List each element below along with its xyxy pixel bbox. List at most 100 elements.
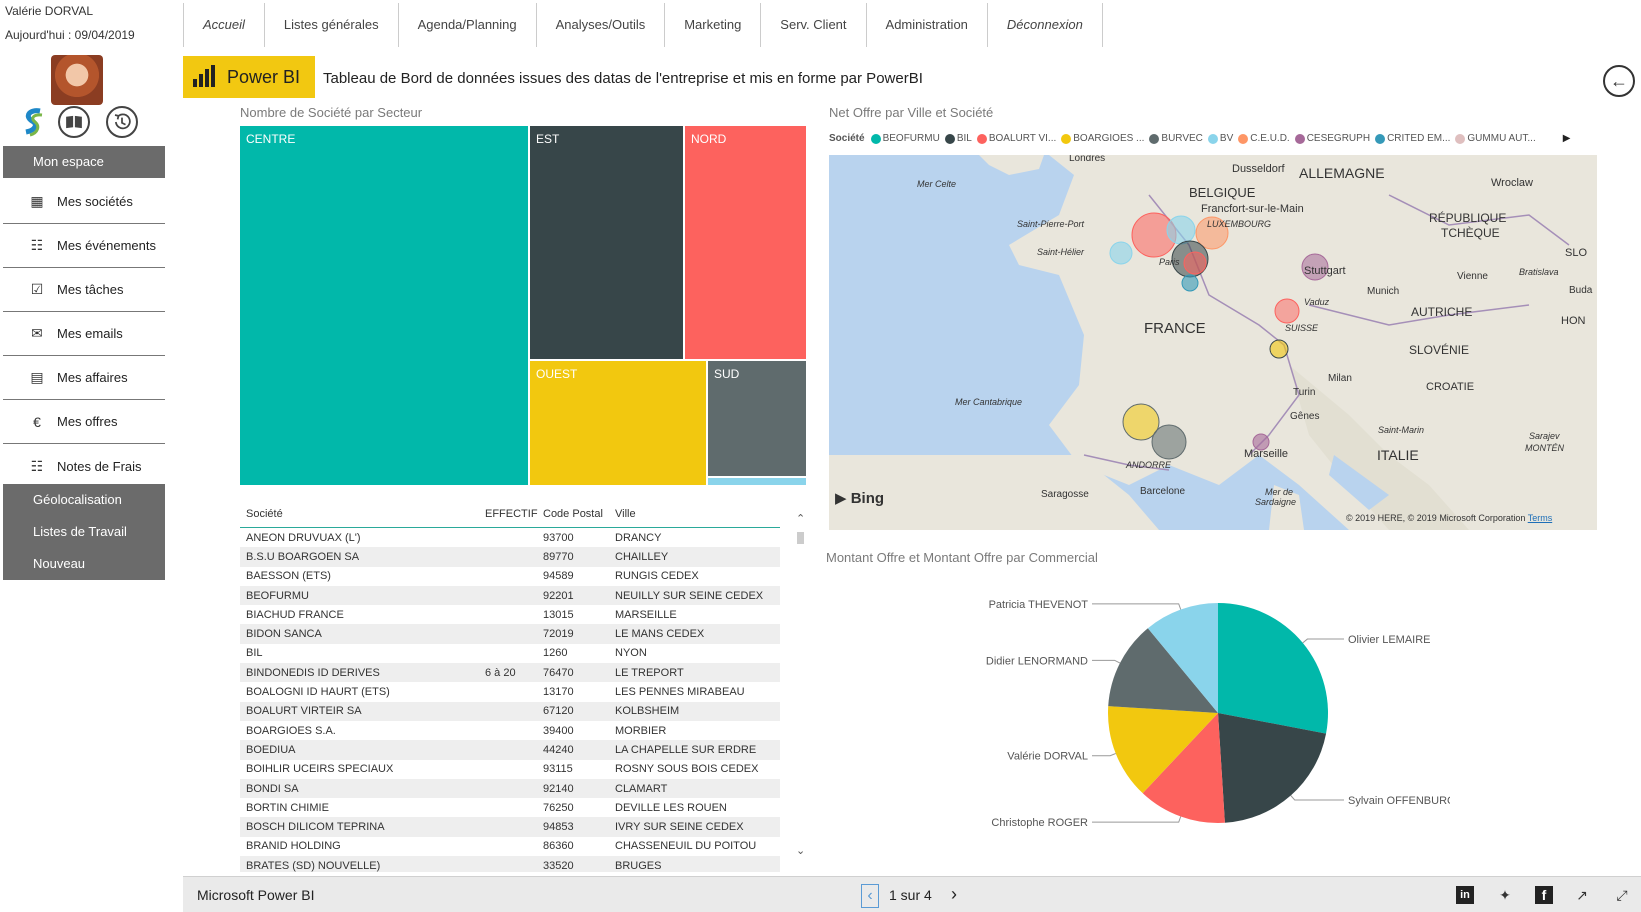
linkedin-icon[interactable]: in	[1456, 886, 1474, 904]
share-icon[interactable]: ↗	[1573, 886, 1591, 904]
prev-page-icon[interactable]: ‹	[861, 884, 879, 908]
footer-brand[interactable]: Microsoft Power BI	[197, 887, 314, 903]
treemap-cell-est[interactable]: EST	[530, 126, 683, 359]
cell-societe: BOSCH DILICOM TEPRINA	[246, 821, 385, 834]
table-row[interactable]: BEOFURMU 92201 NEUILLY SUR SEINE CEDEX	[240, 585, 780, 606]
sidebar-item-nouveau[interactable]: Nouveau	[3, 548, 165, 580]
tab-marketing[interactable]: Marketing	[665, 3, 762, 47]
table-row[interactable]: BINDONEDIS ID DERIVES 6 à 20 76470 LE TREPO…	[240, 663, 780, 683]
tab-deconnexion[interactable]: Déconnexion	[988, 3, 1103, 47]
sidebar-item-listes-de-travail[interactable]: Listes de Travail	[3, 516, 165, 548]
cell-societe: BRANID HOLDING	[246, 840, 341, 853]
legend-dot	[976, 133, 987, 144]
map-terms-link[interactable]: Terms	[1528, 513, 1553, 523]
treemap-cell-centre[interactable]: CENTRE	[240, 126, 528, 485]
tab-analyses-outils[interactable]: Analyses/Outils	[537, 3, 666, 47]
tab-administration[interactable]: Administration	[867, 3, 988, 47]
map-bubble	[1181, 274, 1199, 292]
sidebar-item-societes[interactable]: ▦ Mes sociétés	[3, 180, 165, 224]
twitter-icon[interactable]: ✦	[1496, 886, 1514, 904]
column-header-ville[interactable]: Ville	[615, 508, 780, 520]
legend-dot	[1238, 133, 1249, 144]
mon-espace-header[interactable]: Mon espace	[3, 146, 165, 178]
column-header-code-postal[interactable]: Code Postal	[543, 508, 615, 520]
cell-ville: NEUILLY SUR SEINE CEDEX	[615, 589, 764, 602]
legend-item[interactable]: BOALURT VI...	[976, 133, 1056, 144]
pie-leader-line	[1302, 638, 1344, 644]
table-row[interactable]: BIACHUD FRANCE 13015 MARSEILLE	[240, 605, 780, 624]
table-row[interactable]: BOEDIUA 44240 LA CHAPELLE SUR ERDRE	[240, 740, 780, 760]
calendar-icon: ☷	[30, 237, 44, 253]
map-place-label: Dusseldorf	[1232, 163, 1285, 175]
page-indicator: 1 sur 4	[889, 887, 932, 903]
map-place-label: Mer de	[1265, 487, 1294, 497]
table-row[interactable]: BOIHLIR UCEIRS SPECIAUX 93115 ROSNY SOUS B…	[240, 760, 780, 779]
table-row[interactable]: BAESSON (ETS) 94589 RUNGIS CEDEX	[240, 567, 780, 586]
treemap-cell-nord[interactable]: NORD	[685, 126, 806, 359]
sidebar-item-affaires[interactable]: ▤ Mes affaires	[3, 356, 165, 400]
scroll-up-icon[interactable]: ⌃	[796, 512, 805, 525]
treemap-cell-sud[interactable]: SUD	[708, 361, 806, 476]
legend-item[interactable]: BOARGIOES ...	[1061, 133, 1144, 144]
legend-item[interactable]: C.E.U.D.	[1238, 133, 1290, 144]
map-place-label: RÉPUBLIQUE	[1429, 211, 1507, 225]
table-row[interactable]: BONDI SA 92140 CLAMART	[240, 778, 780, 799]
cell-societe: BOIHLIR UCEIRS SPECIAUX	[246, 763, 394, 776]
map-place-label: CROATIE	[1426, 381, 1475, 393]
table-scrollbar[interactable]: ⌃ ⌄	[796, 512, 806, 862]
legend-label: BV	[1219, 133, 1234, 144]
table-row[interactable]: BOSCH DILICOM TEPRINA 94853 IVRY SUR SEINE…	[240, 817, 780, 837]
column-header-effectif[interactable]: EFFECTIF	[485, 508, 543, 520]
table-row[interactable]: BOALURT VIRTEIR SA 67120 KOLBSHEIM	[240, 701, 780, 721]
sidebar-item-geolocalisation[interactable]: Géolocalisation	[3, 484, 165, 516]
table-row[interactable]: BORTIN CHIMIE 76250 DEVILLE LES ROUEN	[240, 798, 780, 817]
sidebar-item-notes-de-frais[interactable]: ☷ Notes de Frais	[3, 444, 165, 488]
scroll-down-icon[interactable]: ⌄	[796, 844, 805, 857]
back-arrow-icon[interactable]: ←	[1603, 65, 1635, 97]
book-icon[interactable]	[58, 106, 90, 138]
legend-item[interactable]: GUMMU AUT...	[1455, 133, 1536, 144]
table-row[interactable]: BIL 1260 NYON	[240, 644, 780, 663]
treemap-cell-ouest[interactable]: OUEST	[530, 361, 706, 485]
fullscreen-icon[interactable]: ⤢	[1613, 886, 1631, 904]
table-row[interactable]: BRATES (SD) NOUVELLE) 33520 BRUGES	[240, 856, 780, 872]
table-row[interactable]: BOARGIOES S.A. 39400 MORBIER	[240, 721, 780, 740]
tab-accueil[interactable]: Accueil	[184, 3, 265, 47]
legend-item[interactable]: CESEGRUPH	[1294, 133, 1370, 144]
sidebar-item-emails[interactable]: ✉ Mes emails	[3, 312, 165, 356]
legend-dot	[1061, 133, 1072, 144]
table-row[interactable]: BIDON SANCA 72019 LE MANS CEDEX	[240, 624, 780, 644]
treemap-cell-other[interactable]	[708, 478, 806, 485]
app-logo-icon[interactable]	[18, 106, 50, 138]
scroll-thumb[interactable]	[797, 532, 804, 544]
power-bi-logo: Power BI	[183, 56, 315, 98]
pie-title: Montant Offre et Montant Offre par Comme…	[826, 550, 1098, 565]
tab-serv-client[interactable]: Serv. Client	[761, 3, 867, 47]
pie-slice[interactable]	[1218, 603, 1328, 734]
avatar[interactable]	[51, 55, 103, 105]
legend-item[interactable]: BIL	[944, 133, 972, 144]
power-bi-logo-text: Power BI	[227, 66, 301, 87]
table-row[interactable]: BRANID HOLDING 86360 CHASSENEUIL DU POITOU	[240, 837, 780, 856]
legend-item[interactable]: BEOFURMU	[870, 133, 940, 144]
sidebar-item-taches[interactable]: ☑ Mes tâches	[3, 268, 165, 312]
legend-next-icon[interactable]: ▶	[1563, 133, 1571, 144]
tab-agenda-planning[interactable]: Agenda/Planning	[399, 3, 537, 47]
sidebar-item-offres[interactable]: € Mes offres	[3, 400, 165, 444]
column-header-societe[interactable]: Société	[240, 508, 485, 520]
pie-label: Sylvain OFFENBURG	[1348, 795, 1450, 807]
cell-ville: LE TREPORT	[615, 666, 684, 679]
legend-item[interactable]: BV	[1207, 133, 1234, 144]
legend-item[interactable]: BURVEC	[1149, 133, 1203, 144]
history-icon[interactable]	[106, 106, 138, 138]
tab-listes-generales[interactable]: Listes générales	[265, 3, 399, 47]
table-row[interactable]: B.S.U BOARGOEN SA 89770 CHAILLEY	[240, 547, 780, 567]
facebook-icon[interactable]: f	[1535, 886, 1553, 904]
next-page-icon[interactable]: ›	[951, 884, 957, 905]
table-row[interactable]: BOALOGNI ID HAURT (ETS) 13170 LES PENNES M…	[240, 682, 780, 701]
legend-item[interactable]: CRITED EM...	[1375, 133, 1450, 144]
map-visual[interactable]: Londres Dusseldorf ALLEMAGNE BELGIQUE Francf…	[829, 155, 1597, 530]
map-place-label: Stuttgart	[1304, 265, 1346, 277]
table-row[interactable]: ANEON DRUVUAX (L') 93700 DRANCY	[240, 528, 780, 547]
sidebar-item-evenements[interactable]: ☷ Mes événements	[3, 224, 165, 268]
